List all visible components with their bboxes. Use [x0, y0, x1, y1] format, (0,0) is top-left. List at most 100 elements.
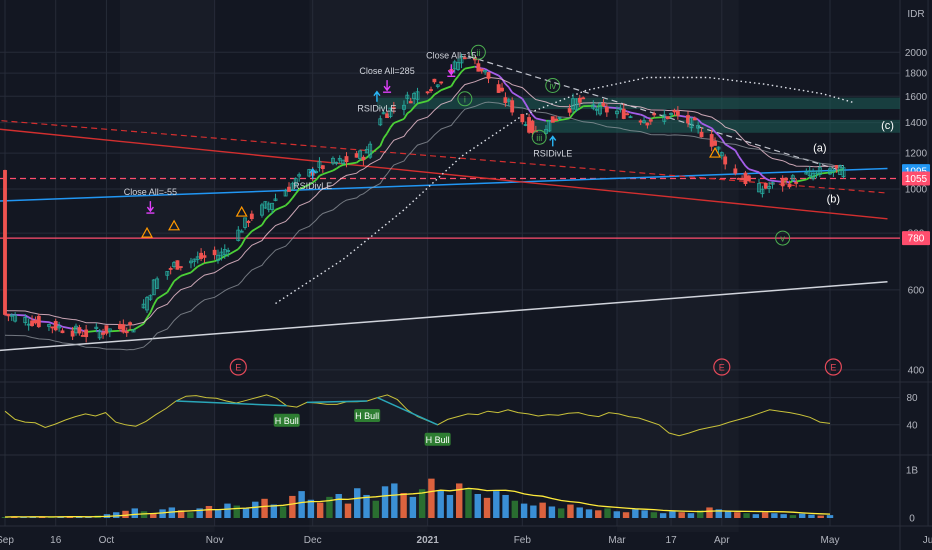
- candle-body: [527, 117, 531, 133]
- ema-segment: [339, 164, 344, 168]
- candle-body: [432, 78, 437, 83]
- wave-label-text: v: [780, 234, 785, 244]
- candle-body: [621, 108, 626, 119]
- volume-bar: [224, 503, 231, 518]
- time-tick: Mar: [608, 535, 626, 546]
- candle-body: [80, 335, 85, 337]
- volume-bar: [242, 508, 250, 518]
- candle-body: [84, 329, 89, 338]
- volume-bar: [289, 495, 296, 518]
- volume-bar: [233, 505, 240, 518]
- candle-body: [121, 324, 126, 333]
- signal-label: Close All=15: [426, 50, 476, 60]
- candle-body: [128, 322, 133, 325]
- time-tick: Nov: [206, 535, 224, 546]
- volume-bar: [483, 497, 491, 518]
- candle-body: [124, 331, 129, 334]
- candle-body: [77, 327, 82, 334]
- price-tick: 1600: [905, 92, 928, 103]
- volume-bar: [252, 501, 259, 518]
- volume-bar: [724, 511, 732, 518]
- volume-bar: [798, 513, 806, 518]
- volume-bar: [622, 512, 630, 518]
- candle-body: [530, 120, 535, 134]
- candle-body: [202, 255, 207, 258]
- candle-body: [733, 168, 738, 174]
- volume-bar: [761, 512, 769, 518]
- volume-bar: [298, 491, 305, 518]
- time-tick: Ju: [923, 535, 932, 546]
- volume-bar: [613, 511, 621, 518]
- wave-label-text: (b): [827, 194, 840, 206]
- candle-body: [6, 313, 11, 317]
- volume-bar: [530, 505, 537, 518]
- volume-bar: [214, 509, 222, 518]
- volume-bar: [595, 510, 602, 518]
- signal-label: Close All=285: [359, 66, 414, 76]
- candle-body: [479, 68, 484, 72]
- price-tag: 1055: [902, 171, 930, 186]
- candle-body: [439, 81, 444, 84]
- candle-body: [723, 156, 728, 165]
- volume-bar: [493, 491, 500, 518]
- price-tick: 1400: [905, 118, 928, 129]
- stock-chart[interactable]: iiiiiiivv(a)(b)(c)Close All=-55Close All…: [0, 0, 932, 550]
- candle-body: [834, 165, 839, 169]
- volume-bar: [780, 514, 787, 518]
- volume-bar: [687, 513, 695, 518]
- candle-body: [686, 115, 690, 124]
- volume-bar: [557, 508, 565, 518]
- candle-body: [33, 320, 38, 324]
- time-tick: Oct: [99, 535, 115, 546]
- candle-body: [581, 97, 586, 100]
- volume-bar: [641, 510, 648, 518]
- candle-body: [425, 91, 430, 94]
- time-tick: Feb: [514, 535, 532, 546]
- wave-label: (b): [827, 194, 840, 206]
- time-tick: Apr: [714, 535, 730, 546]
- volume-bar: [743, 513, 750, 518]
- volume-bar: [307, 499, 315, 518]
- volume-bar: [669, 511, 676, 518]
- volume-bar: [604, 508, 611, 518]
- signal-label: Close All=-55: [124, 187, 177, 197]
- time-tick: Sep: [0, 535, 14, 546]
- candle-body: [665, 116, 670, 120]
- candle-body: [510, 100, 515, 113]
- price-tick: 400: [908, 365, 925, 376]
- volume-bar: [428, 478, 435, 518]
- time-tick: May: [821, 535, 840, 546]
- candle-body: [60, 330, 65, 334]
- candle-body: [648, 119, 653, 122]
- volume-bar: [372, 500, 379, 518]
- candle-body: [780, 178, 785, 187]
- candle-body: [520, 113, 525, 123]
- volume-bar: [261, 498, 268, 518]
- candle-body: [743, 172, 748, 185]
- volume-bar: [826, 515, 834, 518]
- volume-bar: [205, 506, 213, 518]
- volume-bar: [131, 508, 138, 518]
- price-tick: 1200: [905, 149, 928, 160]
- ema-segment: [626, 110, 631, 114]
- candle-body: [577, 97, 582, 103]
- time-tick: 16: [50, 535, 62, 546]
- ema-segment: [785, 180, 790, 184]
- wave-label-text: ii: [476, 48, 480, 58]
- volume-bar: [511, 500, 519, 518]
- volume-bar: [456, 483, 463, 518]
- volume-bar: [817, 515, 824, 518]
- candle-body: [287, 186, 291, 192]
- currency-label: IDR: [907, 9, 924, 20]
- candle-body: [36, 315, 41, 328]
- volume-bar: [437, 490, 444, 518]
- candle-body: [503, 97, 508, 103]
- volume-bar: [354, 488, 361, 518]
- candle-body: [625, 113, 630, 116]
- wave-label-text: iv: [549, 81, 556, 91]
- candle-body: [249, 213, 254, 220]
- signal-label: RSIDivLE: [533, 148, 572, 158]
- candle-body: [736, 177, 741, 180]
- candle-body: [320, 165, 325, 170]
- candle-body: [699, 131, 704, 138]
